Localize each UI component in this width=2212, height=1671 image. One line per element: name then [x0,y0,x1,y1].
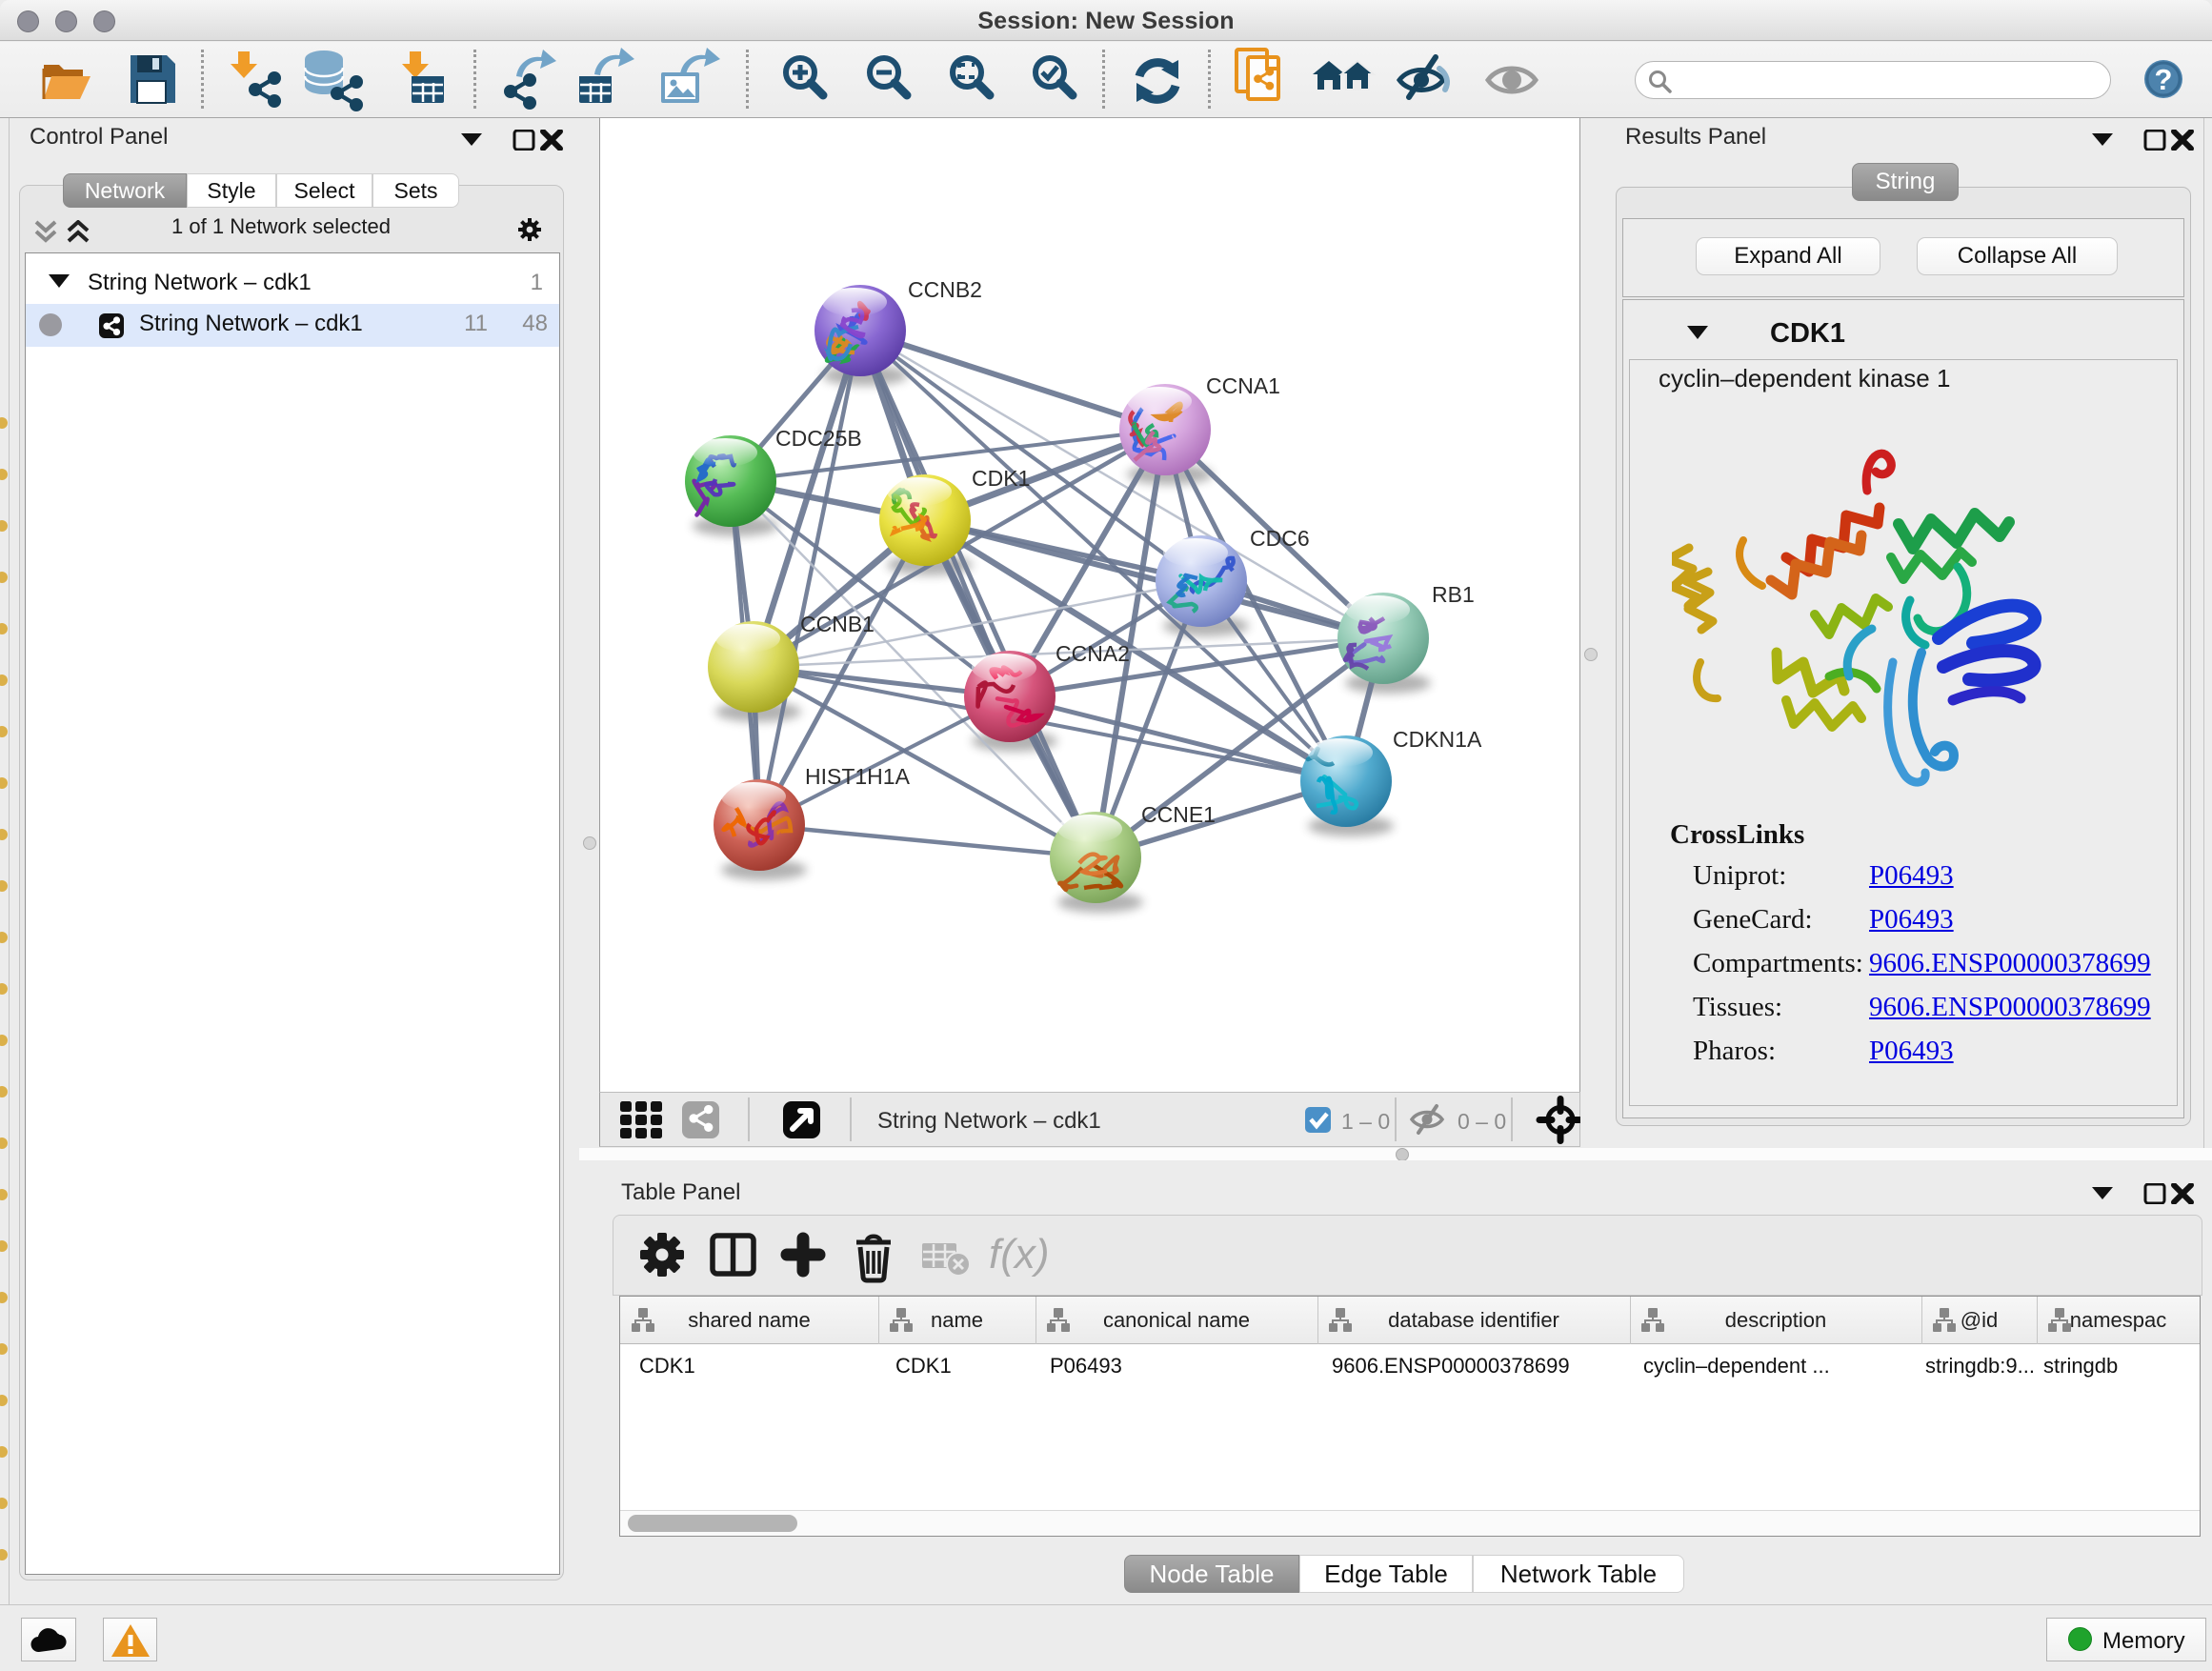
svg-text:CCNB2: CCNB2 [908,277,982,302]
svg-text:RB1: RB1 [1432,582,1475,607]
svg-text:CCNB1: CCNB1 [800,612,875,636]
svg-text:CDKN1A: CDKN1A [1393,727,1482,752]
svg-text:?: ? [2155,63,2173,96]
svg-text:CCNE1: CCNE1 [1141,802,1216,827]
svg-text:HIST1H1A: HIST1H1A [805,764,911,789]
svg-text:CCNA1: CCNA1 [1206,373,1280,398]
svg-text:CDC6: CDC6 [1250,526,1310,551]
svg-text:CDC25B: CDC25B [775,426,862,451]
svg-text:f(x): f(x) [989,1231,1050,1278]
svg-text:CCNA2: CCNA2 [1056,641,1130,666]
svg-text:CDK1: CDK1 [972,466,1030,491]
